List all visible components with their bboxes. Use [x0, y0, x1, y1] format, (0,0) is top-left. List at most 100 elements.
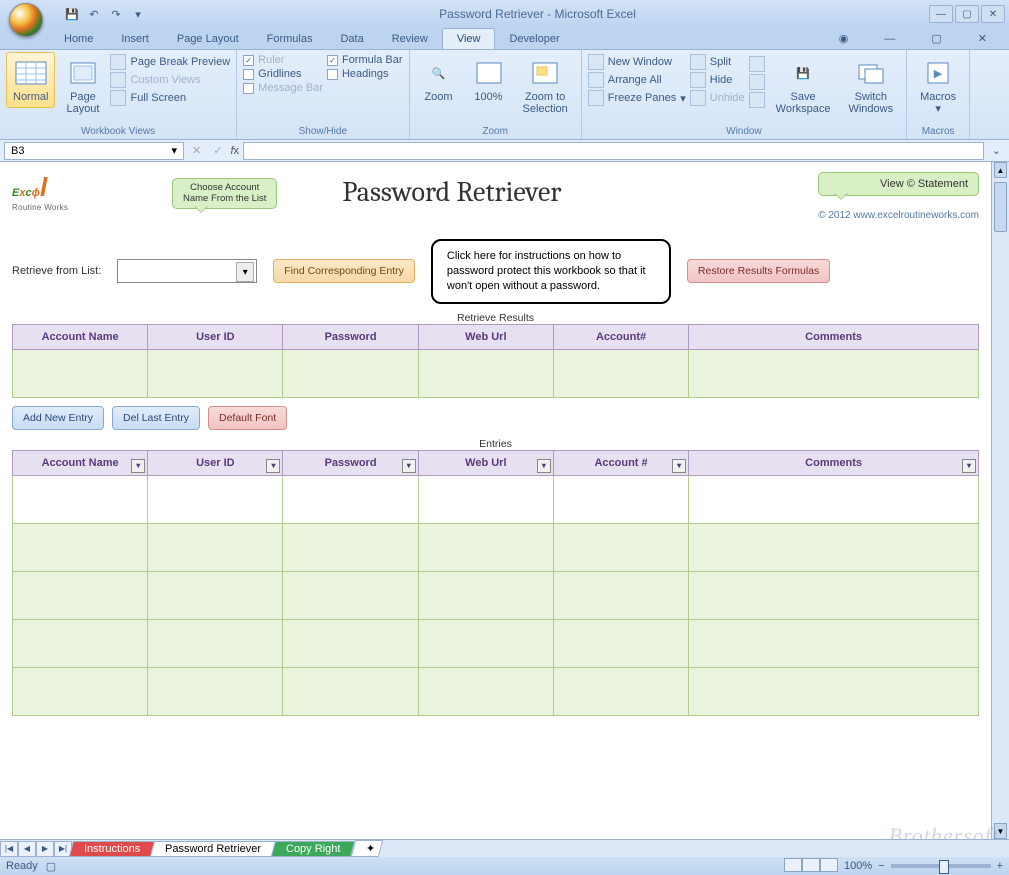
- unhide-button[interactable]: Unhide: [690, 90, 745, 106]
- maximize-button[interactable]: ▢: [955, 5, 979, 23]
- freeze-panes-button[interactable]: Freeze Panes▾: [588, 90, 686, 106]
- gridlines-checkbox[interactable]: Gridlines: [243, 68, 323, 80]
- add-new-entry-button[interactable]: Add New Entry: [12, 406, 104, 430]
- find-entry-button[interactable]: Find Corresponding Entry: [273, 259, 415, 283]
- entries-row[interactable]: [13, 475, 979, 523]
- full-screen-button[interactable]: Full Screen: [110, 90, 230, 106]
- zoom-out-icon[interactable]: −: [878, 860, 884, 872]
- retrieve-combobox[interactable]: [117, 259, 257, 283]
- sync-scroll-button[interactable]: [749, 74, 765, 90]
- sheet-tab-instructions[interactable]: Instructions: [69, 841, 156, 857]
- arrange-all-button[interactable]: Arrange All: [588, 72, 686, 88]
- entries-header-comments[interactable]: Comments▾: [689, 450, 979, 475]
- unhide-icon: [690, 90, 706, 106]
- page-break-preview-button[interactable]: Page Break Preview: [110, 54, 230, 70]
- results-row[interactable]: [13, 349, 979, 397]
- entries-row[interactable]: [13, 571, 979, 619]
- name-box[interactable]: B3▾: [4, 142, 184, 160]
- entries-row[interactable]: [13, 619, 979, 667]
- worksheet: Excɸl Routine Works Choose Account Name …: [0, 162, 991, 839]
- zoom-button[interactable]: 🔍Zoom: [416, 52, 462, 108]
- reset-window-button[interactable]: [749, 92, 765, 108]
- switch-windows-button[interactable]: Switch Windows: [841, 52, 900, 120]
- scroll-thumb[interactable]: [994, 182, 1007, 232]
- macros-button[interactable]: ▶Macros▾: [913, 52, 963, 120]
- sheet-tab-new[interactable]: ✦: [350, 840, 383, 857]
- zoom-slider[interactable]: [891, 864, 991, 868]
- tab-home[interactable]: Home: [50, 29, 107, 49]
- vertical-scrollbar[interactable]: ▲ ▼: [991, 162, 1009, 839]
- new-window-button[interactable]: New Window: [588, 54, 686, 70]
- retrieve-from-list-label: Retrieve from List:: [12, 265, 101, 277]
- entries-header-account[interactable]: Account Name▾: [13, 450, 148, 475]
- entries-header-accountnum[interactable]: Account #▾: [553, 450, 688, 475]
- tab-data[interactable]: Data: [326, 29, 377, 49]
- scroll-down-icon[interactable]: ▼: [994, 823, 1007, 839]
- restore-formulas-button[interactable]: Restore Results Formulas: [687, 259, 830, 283]
- filter-icon[interactable]: ▾: [672, 459, 686, 473]
- help-icon[interactable]: ◉: [825, 28, 863, 49]
- minimize-ribbon-icon[interactable]: —: [870, 29, 909, 49]
- tab-nav-first-icon[interactable]: |◀: [0, 841, 18, 857]
- entries-header-weburl[interactable]: Web Url▾: [418, 450, 553, 475]
- chevron-down-icon[interactable]: ▾: [171, 144, 177, 157]
- zoom-100-button[interactable]: 100%: [466, 52, 512, 108]
- redo-icon[interactable]: ↷: [108, 6, 124, 22]
- normal-view-button[interactable]: Normal: [6, 52, 55, 108]
- custom-views-button[interactable]: Custom Views: [110, 72, 230, 88]
- message-bar-checkbox[interactable]: Message Bar: [243, 82, 323, 94]
- arrange-all-icon: [588, 72, 604, 88]
- tab-page-layout[interactable]: Page Layout: [163, 29, 253, 49]
- fx-icon[interactable]: fx: [230, 145, 239, 157]
- tab-insert[interactable]: Insert: [107, 29, 163, 49]
- filter-icon[interactable]: ▾: [266, 459, 280, 473]
- entries-row[interactable]: [13, 523, 979, 571]
- save-workspace-button[interactable]: 💾Save Workspace: [769, 52, 838, 120]
- cancel-formula-icon[interactable]: ✕: [188, 144, 205, 157]
- minimize-button[interactable]: —: [929, 5, 953, 23]
- tab-view[interactable]: View: [442, 28, 496, 49]
- save-icon[interactable]: 💾: [64, 6, 80, 22]
- page-layout-button[interactable]: Page Layout: [59, 52, 106, 120]
- filter-icon[interactable]: ▾: [131, 459, 145, 473]
- filter-icon[interactable]: ▾: [962, 459, 976, 473]
- enter-formula-icon[interactable]: ✓: [209, 144, 226, 157]
- zoom-selection-button[interactable]: Zoom to Selection: [516, 52, 575, 120]
- formula-input[interactable]: [243, 142, 984, 160]
- zoom-in-icon[interactable]: +: [997, 860, 1003, 872]
- view-buttons[interactable]: [784, 858, 838, 875]
- del-last-entry-button[interactable]: Del Last Entry: [112, 406, 200, 430]
- view-copyright-button[interactable]: View © Statement: [818, 172, 979, 196]
- qat-dropdown-icon[interactable]: ▾: [130, 6, 146, 22]
- filter-icon[interactable]: ▾: [402, 459, 416, 473]
- tab-nav-next-icon[interactable]: ▶: [36, 841, 54, 857]
- scroll-up-icon[interactable]: ▲: [994, 162, 1007, 178]
- restore-icon[interactable]: ▢: [917, 28, 955, 49]
- entries-row[interactable]: [13, 667, 979, 715]
- filter-icon[interactable]: ▾: [537, 459, 551, 473]
- default-font-button[interactable]: Default Font: [208, 406, 287, 430]
- split-button[interactable]: Split: [690, 54, 745, 70]
- close-button[interactable]: ✕: [981, 5, 1005, 23]
- zoom-level[interactable]: 100%: [844, 860, 872, 872]
- ruler-checkbox[interactable]: ✓Ruler: [243, 54, 323, 66]
- tab-formulas[interactable]: Formulas: [253, 29, 327, 49]
- entries-header-userid[interactable]: User ID▾: [148, 450, 283, 475]
- tab-review[interactable]: Review: [378, 29, 442, 49]
- sheet-tab-retriever[interactable]: Password Retriever: [150, 841, 276, 857]
- expand-formula-icon[interactable]: ⌄: [988, 144, 1005, 157]
- sheet-tab-copyright[interactable]: Copy Right: [271, 841, 356, 857]
- results-header-account: Account Name: [13, 324, 148, 349]
- macro-record-icon[interactable]: ▢: [46, 860, 56, 873]
- instructions-box[interactable]: Click here for instructions on how to pa…: [431, 239, 671, 304]
- view-side-by-side-button[interactable]: [749, 56, 765, 72]
- entries-header-password[interactable]: Password▾: [283, 450, 418, 475]
- tab-developer[interactable]: Developer: [495, 29, 573, 49]
- undo-icon[interactable]: ↶: [86, 6, 102, 22]
- close-workbook-icon[interactable]: ✕: [964, 28, 1001, 49]
- headings-checkbox[interactable]: Headings: [327, 68, 403, 80]
- tab-nav-prev-icon[interactable]: ◀: [18, 841, 36, 857]
- hide-button[interactable]: Hide: [690, 72, 745, 88]
- office-button[interactable]: [0, 0, 44, 28]
- formula-bar-checkbox[interactable]: ✓Formula Bar: [327, 54, 403, 66]
